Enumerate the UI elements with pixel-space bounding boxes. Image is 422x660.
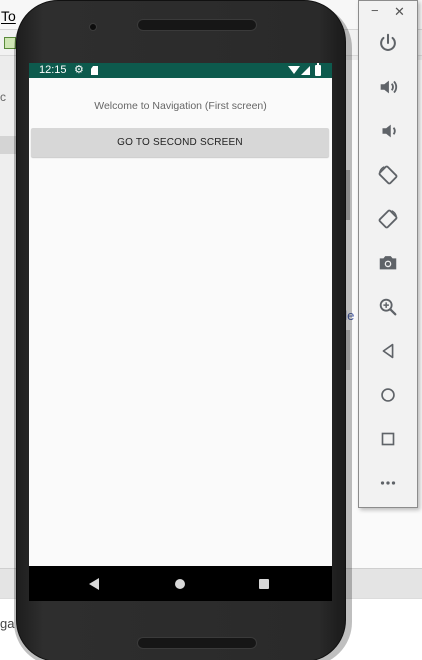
settings-gear-icon: ⚙ [74, 64, 84, 76]
zoom-button[interactable] [373, 292, 403, 322]
back-triangle-icon[interactable] [89, 578, 99, 590]
battery-icon [315, 63, 321, 76]
volume-up-icon [380, 80, 398, 94]
back-icon [382, 343, 394, 359]
volume-up-button[interactable] [373, 72, 403, 102]
emulator-toolbar: − ✕ [358, 0, 418, 508]
back-button[interactable] [373, 336, 403, 366]
cell-signal-icon [301, 66, 310, 75]
rotate-right-button[interactable] [373, 204, 403, 234]
bottom-speaker [137, 637, 257, 649]
wifi-icon [288, 66, 300, 74]
ide-bottom-fragment: ga [0, 616, 15, 631]
home-button[interactable] [373, 380, 403, 410]
more-icon [380, 481, 396, 485]
recents-square-icon[interactable] [259, 579, 269, 589]
status-time: 12:15 [39, 64, 67, 76]
rotate-right-icon [378, 209, 398, 229]
home-circle-icon[interactable] [175, 579, 185, 589]
zoom-in-icon [379, 298, 397, 316]
top-speaker [137, 19, 257, 31]
rotate-left-icon [378, 165, 398, 185]
android-nav-bar [29, 566, 332, 601]
emulator-toolbar-header: − ✕ [359, 1, 417, 23]
power-button[interactable] [373, 28, 403, 58]
close-button[interactable]: ✕ [394, 4, 405, 20]
phone-screen: 12:15 ⚙ Welcome to Navigation (First scr… [29, 63, 332, 601]
minimize-button[interactable]: − [371, 3, 379, 19]
ide-menu-fragment[interactable]: To [1, 8, 16, 24]
status-bar: 12:15 ⚙ [29, 63, 332, 78]
home-icon [381, 388, 395, 402]
power-icon [380, 33, 396, 51]
go-to-second-screen-button[interactable]: GO TO SECOND SCREEN [31, 128, 329, 157]
welcome-text: Welcome to Navigation (First screen) [94, 100, 267, 112]
ide-left-fragment: c [0, 90, 6, 104]
sd-card-icon [91, 66, 98, 75]
overview-button[interactable] [373, 424, 403, 454]
volume-down-button[interactable] [373, 116, 403, 146]
rotate-left-button[interactable] [373, 160, 403, 190]
overview-icon [381, 432, 395, 446]
camera-icon [379, 256, 397, 270]
screenshot-button[interactable] [373, 248, 403, 278]
volume-down-icon [382, 124, 396, 138]
more-button[interactable] [373, 468, 403, 498]
front-camera [89, 23, 97, 31]
